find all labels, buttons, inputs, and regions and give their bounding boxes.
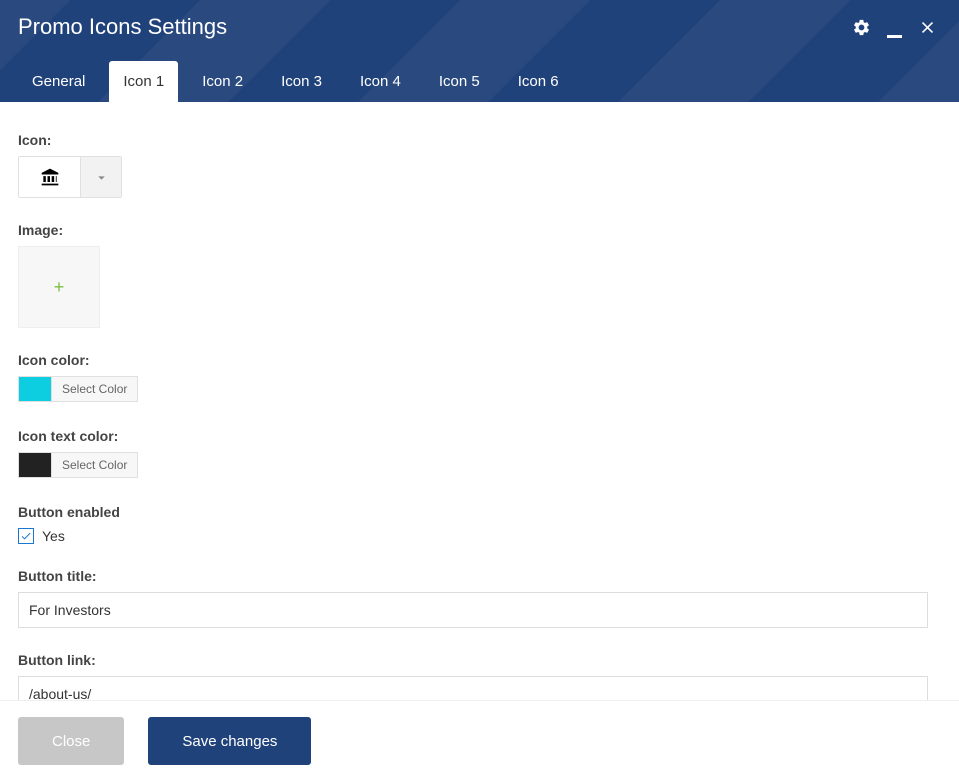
close-button[interactable]: Close (18, 717, 124, 765)
icon-text-color-group: Icon text color: Select Color (18, 428, 941, 480)
button-link-label: Button link: (18, 652, 941, 668)
tab-icon-5[interactable]: Icon 5 (425, 61, 494, 102)
arrow-down-icon (95, 171, 108, 184)
content-area: Icon: Image: + Icon color: Select Color (0, 102, 959, 700)
icon-text-color-swatch[interactable] (19, 453, 51, 477)
save-button[interactable]: Save changes (148, 717, 311, 765)
bank-icon (40, 167, 60, 187)
button-enabled-checkbox[interactable] (18, 528, 34, 544)
tab-icon-2[interactable]: Icon 2 (188, 61, 257, 102)
plus-icon: + (54, 277, 65, 298)
dialog-footer: Close Save changes (0, 700, 959, 781)
tab-bar: General Icon 1 Icon 2 Icon 3 Icon 4 Icon… (18, 61, 583, 102)
button-link-input[interactable] (18, 676, 928, 700)
icon-color-label: Icon color: (18, 352, 941, 368)
image-field-group: Image: + (18, 222, 941, 328)
tab-icon-6[interactable]: Icon 6 (504, 61, 573, 102)
select-icon-color-button[interactable]: Select Color (51, 377, 137, 401)
icon-selector (18, 156, 122, 198)
button-enabled-group: Button enabled Yes (18, 504, 941, 544)
tab-general[interactable]: General (18, 61, 99, 102)
minimize-icon[interactable] (887, 35, 902, 38)
icon-field-group: Icon: (18, 132, 941, 198)
image-label: Image: (18, 222, 941, 238)
image-upload-button[interactable]: + (18, 246, 100, 328)
tab-icon-1[interactable]: Icon 1 (109, 61, 178, 102)
icon-color-group: Icon color: Select Color (18, 352, 941, 404)
dialog-header: Promo Icons Settings General Icon 1 Icon… (0, 0, 959, 102)
header-controls (852, 18, 937, 40)
yes-label: Yes (42, 528, 65, 544)
dialog-title: Promo Icons Settings (0, 0, 959, 40)
icon-text-color-label: Icon text color: (18, 428, 941, 444)
button-title-input[interactable] (18, 592, 928, 628)
icon-text-color-control: Select Color (18, 452, 138, 478)
button-enabled-label: Button enabled (18, 504, 941, 520)
icon-label: Icon: (18, 132, 941, 148)
button-link-group: Button link: (18, 652, 941, 700)
selected-icon-preview[interactable] (19, 157, 81, 197)
button-title-group: Button title: (18, 568, 941, 628)
tab-icon-3[interactable]: Icon 3 (267, 61, 336, 102)
button-title-label: Button title: (18, 568, 941, 584)
checkbox-row: Yes (18, 528, 941, 544)
icon-dropdown-button[interactable] (81, 157, 121, 197)
icon-color-swatch[interactable] (19, 377, 51, 401)
icon-color-control: Select Color (18, 376, 138, 402)
tab-icon-4[interactable]: Icon 4 (346, 61, 415, 102)
gear-icon[interactable] (852, 18, 871, 40)
select-text-color-button[interactable]: Select Color (51, 453, 137, 477)
close-icon[interactable] (918, 18, 937, 40)
checkmark-icon (20, 530, 32, 542)
